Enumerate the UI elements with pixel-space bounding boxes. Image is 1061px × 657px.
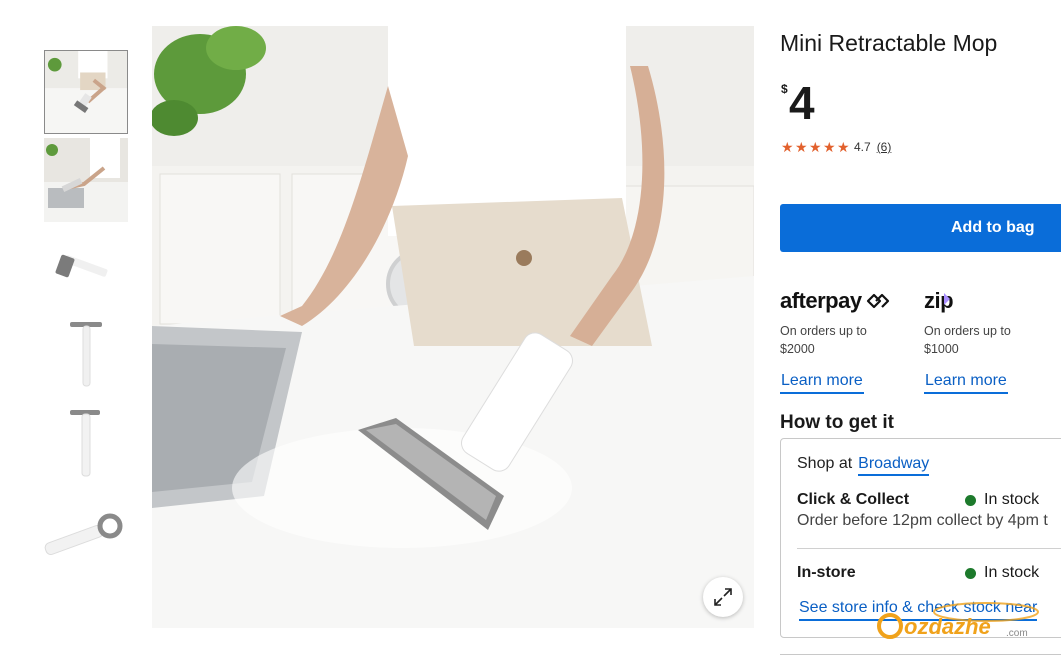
afterpay-logo: afterpay	[780, 288, 910, 314]
expand-arrows-icon	[714, 588, 732, 606]
thumbnail-6[interactable]	[44, 490, 128, 574]
shop-at-label: Shop at	[797, 455, 853, 472]
click-collect-label: Click & Collect	[797, 491, 910, 508]
how-to-get-it-heading: How to get it	[780, 412, 894, 433]
zip-logo: zip	[924, 288, 1054, 314]
product-rating: ★ ★ ★ ★ ★ 4.7 (6)	[781, 138, 892, 155]
review-count-link[interactable]: (6)	[877, 140, 892, 154]
mop-head-photo-icon	[44, 226, 128, 310]
zip-learn-more-link[interactable]: Learn more	[924, 372, 1008, 394]
watermark-suffix: .com	[1006, 628, 1028, 639]
thumbnail-3[interactable]	[44, 226, 128, 310]
thumbnail-4[interactable]	[44, 314, 128, 398]
mop-handle-photo-icon	[44, 490, 128, 574]
afterpay-note-limit: $2000	[780, 342, 815, 356]
section-divider	[780, 654, 1061, 655]
rating-value: 4.7	[854, 140, 871, 154]
afterpay-wordmark: afterpay	[780, 288, 862, 313]
zip-wordmark: zip	[924, 289, 953, 313]
add-to-bag-button[interactable]: Add to bag	[780, 204, 1061, 252]
shop-at-row: Shop at Broadway	[797, 455, 930, 476]
in-store-status: In stock	[965, 564, 1039, 582]
thumbnail-2[interactable]	[44, 138, 128, 222]
star-icon: ★	[809, 138, 822, 155]
watermark-logo: ozdazhe .com	[877, 602, 1039, 639]
zip-logo-icon: zip	[924, 289, 954, 313]
star-icon: ★	[837, 138, 850, 155]
in-stock-dot-icon	[965, 494, 976, 506]
mop-extended-photo-icon	[44, 314, 128, 398]
star-icon: ★	[781, 138, 794, 155]
product-photo-scene	[152, 26, 754, 628]
expand-image-button[interactable]	[703, 577, 743, 617]
zip-note-line1: On orders up to	[924, 324, 1011, 338]
mop-at-sink-photo-icon	[44, 138, 128, 222]
star-icon: ★	[795, 138, 808, 155]
mop-in-use-photo-icon	[45, 51, 127, 133]
thumbnail-5[interactable]	[44, 402, 128, 486]
divider	[797, 548, 1061, 549]
afterpay-option: afterpay On orders up to $2000 Learn mor…	[780, 288, 910, 394]
afterpay-arrows-icon	[866, 293, 889, 309]
click-collect-status: In stock	[965, 491, 1039, 509]
main-product-image[interactable]	[152, 26, 754, 628]
in-stock-dot-icon	[965, 567, 976, 579]
afterpay-note-line1: On orders up to	[780, 324, 867, 338]
watermark-text: ozdazhe	[904, 614, 991, 639]
in-store-label: In-store	[797, 564, 856, 581]
price-currency: $	[781, 82, 788, 96]
in-store-status-text: In stock	[984, 564, 1040, 581]
rating-stars: ★ ★ ★ ★ ★	[781, 138, 850, 155]
afterpay-learn-more-link[interactable]: Learn more	[780, 372, 864, 394]
click-collect-note: Order before 12pm collect by 4pm t	[797, 512, 1048, 529]
afterpay-note: On orders up to $2000	[780, 322, 910, 358]
click-collect-status-text: In stock	[984, 491, 1040, 508]
star-icon: ★	[823, 138, 836, 155]
product-title: Mini Retractable Mop	[780, 30, 998, 56]
thumbnail-1[interactable]	[44, 50, 128, 134]
mop-side-photo-icon	[44, 402, 128, 486]
zip-note: On orders up to $1000	[924, 322, 1054, 358]
store-name-link[interactable]: Broadway	[858, 455, 930, 476]
zip-option: zip On orders up to $1000 Learn more	[924, 288, 1054, 394]
zip-note-limit: $1000	[924, 342, 959, 356]
price-amount: 4	[789, 77, 815, 129]
